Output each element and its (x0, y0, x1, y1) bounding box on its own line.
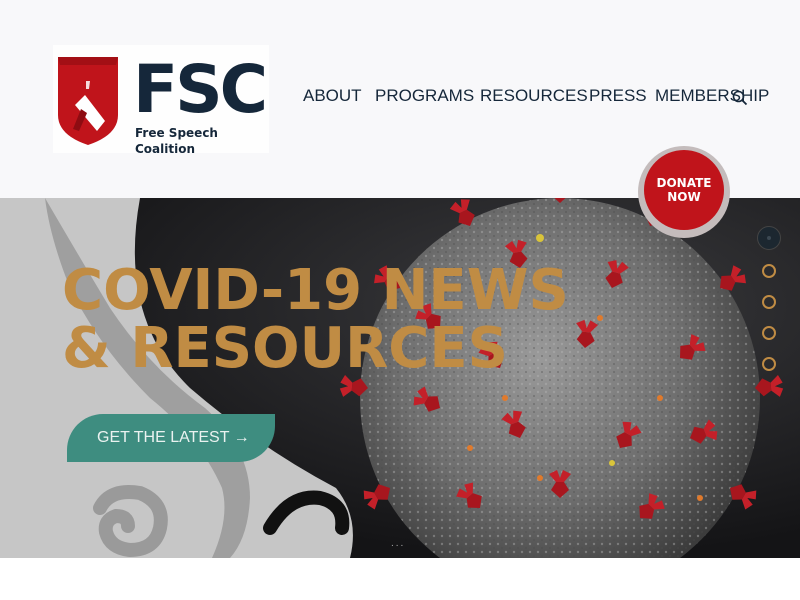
shield-icon (58, 57, 118, 145)
nav-item-about[interactable]: ABOUT (303, 86, 362, 106)
nav-item-programs[interactable]: PROGRAMS (375, 86, 474, 106)
scroll-indicator: ... (391, 538, 406, 549)
slide-dot-4[interactable] (762, 326, 776, 340)
search-icon[interactable] (732, 90, 748, 106)
logo-wordmark: FSC (133, 51, 268, 128)
get-the-latest-button[interactable]: GET THE LATEST → (67, 414, 275, 462)
cta-label: GET THE LATEST → (97, 429, 250, 446)
nav-item-resources[interactable]: RESOURCES (480, 86, 588, 106)
donate-label: DONATE NOW (656, 176, 712, 204)
donate-now-button[interactable]: DONATE NOW (638, 146, 730, 238)
slide-dot-5[interactable] (762, 357, 776, 371)
slide-dot-1[interactable] (757, 226, 781, 250)
nav-item-press[interactable]: PRESS (589, 86, 647, 106)
nav-item-membership[interactable]: MEMBERSHIP (655, 86, 769, 106)
logo-subtitle: Free Speech Coalition (135, 126, 218, 156)
fsc-logo[interactable]: FSC Free Speech Coalition (53, 45, 269, 156)
hero-slider: COVID-19 NEWS & RESOURCES GET THE LATEST… (0, 198, 800, 558)
slide-dot-3[interactable] (762, 295, 776, 309)
slide-dot-2[interactable] (762, 264, 776, 278)
hero-title: COVID-19 NEWS & RESOURCES (62, 258, 569, 381)
